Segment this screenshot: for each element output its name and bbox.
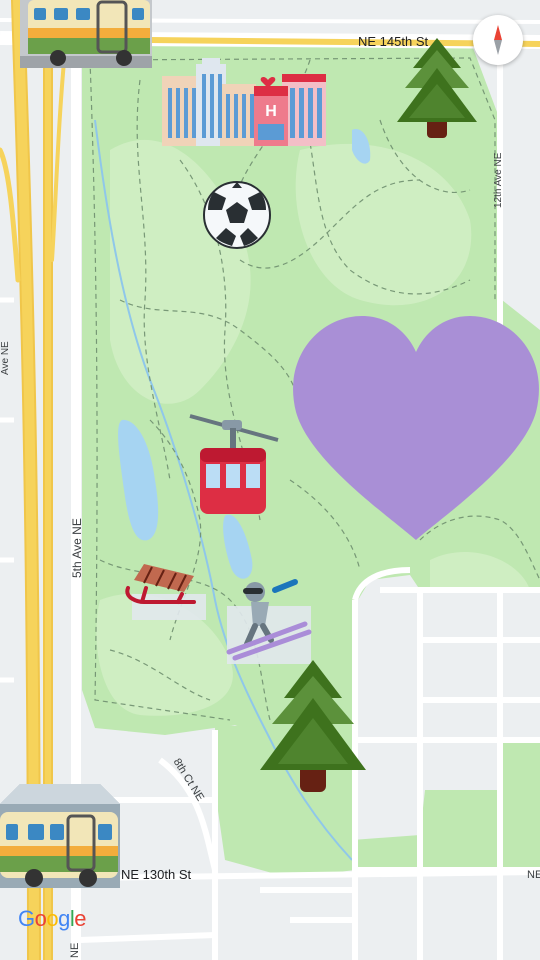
sled-emoji xyxy=(125,564,206,620)
google-letter: e xyxy=(74,906,87,931)
street-label-5th-ave: 5th Ave NE xyxy=(70,518,84,578)
google-letter: o xyxy=(46,906,59,931)
compass-icon xyxy=(494,25,502,55)
street-label-bottom-fragment: NE xyxy=(69,942,81,958)
compass-button[interactable] xyxy=(473,15,523,65)
pine-tree-emoji xyxy=(260,660,366,792)
street-label-ne-fragment: NE xyxy=(527,869,540,881)
google-logo: Google xyxy=(18,906,87,932)
google-letter: g xyxy=(58,906,70,931)
aerial-tramway-emoji xyxy=(189,414,279,514)
street-label-left-fragment: Ave NE xyxy=(0,341,11,375)
google-letter: G xyxy=(18,906,35,931)
train-emoji xyxy=(0,784,120,888)
train-emoji xyxy=(20,0,152,68)
skier-emoji xyxy=(226,579,312,664)
buildings-emoji xyxy=(162,58,256,146)
heart-emoji xyxy=(293,316,539,540)
soccer-ball-emoji xyxy=(203,181,271,249)
street-label-ne-130th: NE 130th St xyxy=(121,867,192,882)
svg-text:H: H xyxy=(265,103,277,120)
map-view[interactable]: NE 145th St NE 130th St 5th Ave NE 12th … xyxy=(0,0,540,960)
street-label-12th-ave: 12th Ave NE xyxy=(493,152,504,208)
pine-tree-emoji xyxy=(397,38,477,138)
google-letter: o xyxy=(34,906,47,931)
hotel-emoji: H xyxy=(254,74,326,146)
